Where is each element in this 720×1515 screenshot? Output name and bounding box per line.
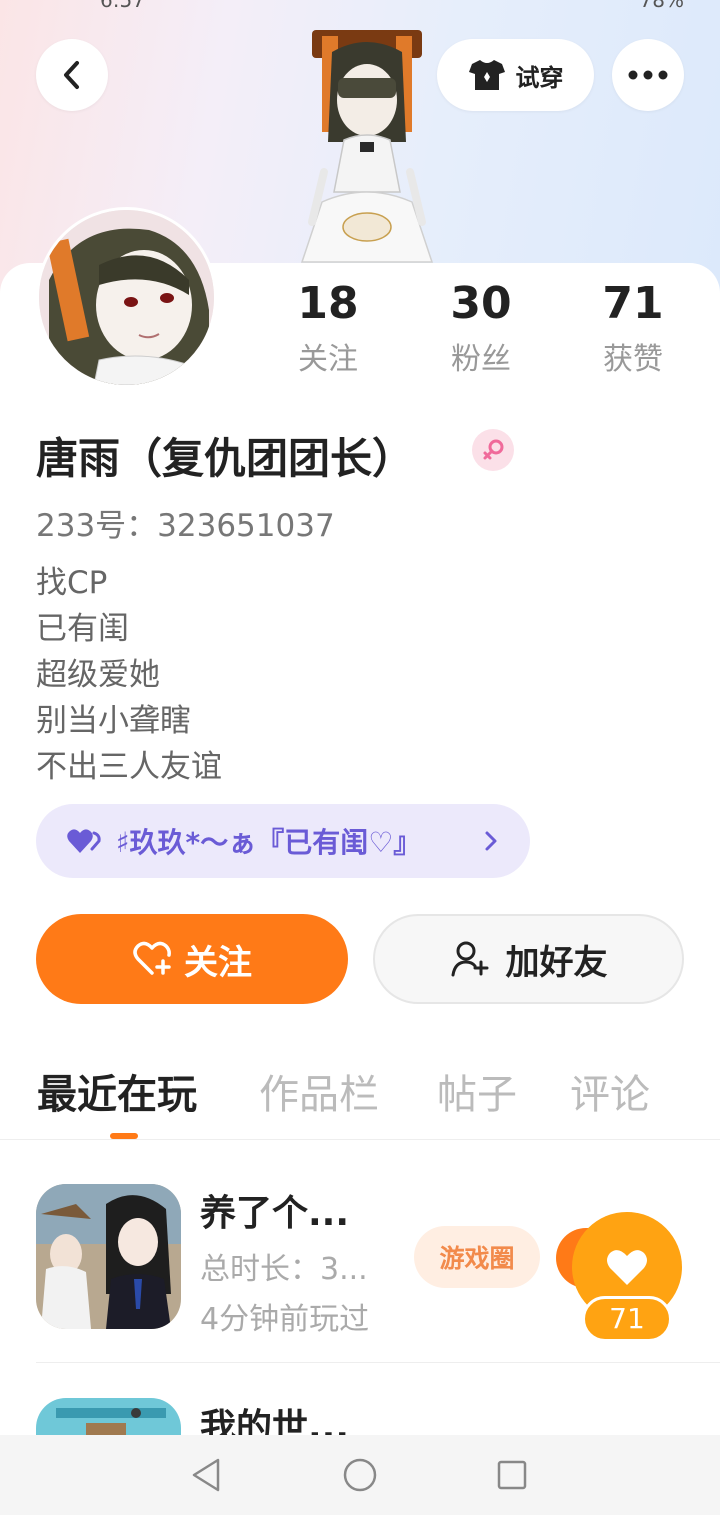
add-friend-button[interactable]: 加好友 — [373, 914, 684, 1004]
profile-tabs: 最近在玩 作品栏 帖子 评论 — [0, 1062, 720, 1140]
game-icon[interactable] — [36, 1184, 181, 1329]
bio: 找CP 已有闺 超级爱她 别当小聋瞎 不出三人友谊 — [36, 560, 222, 790]
game-cover-image — [36, 1184, 181, 1329]
club-name: ♯玖玖*～ぁ『已有闺♡』 — [116, 826, 422, 859]
club-pill[interactable]: ♯玖玖*～ぁ『已有闺♡』 — [36, 804, 530, 878]
profile-avatar[interactable] — [36, 207, 217, 388]
list-divider — [36, 1362, 720, 1363]
more-dots-icon — [628, 70, 668, 80]
like-floating-widget[interactable]: 71 — [572, 1212, 684, 1346]
game-circle-button[interactable]: 游戏圈 — [414, 1226, 540, 1288]
fans-label: 粉丝 — [451, 342, 511, 377]
likes-label: 获赞 — [603, 342, 663, 377]
square-recents-icon — [497, 1460, 527, 1490]
nav-back-button[interactable] — [184, 1453, 228, 1497]
fans-count: 30 — [450, 278, 512, 329]
try-on-button[interactable]: 试穿 — [437, 39, 594, 111]
likes-count: 71 — [602, 278, 664, 329]
add-person-icon — [451, 941, 488, 977]
nav-home-button[interactable] — [338, 1453, 382, 1497]
avatar-character-figure[interactable] — [282, 22, 452, 267]
following-count: 18 — [297, 278, 359, 329]
status-time: 6:57 — [100, 0, 145, 12]
nickname: 唐雨（复仇团团长） — [36, 434, 415, 483]
tshirt-icon — [468, 60, 505, 90]
game-last-played: 4分钟前玩过 — [200, 1302, 370, 1337]
game-icon[interactable] — [36, 1398, 181, 1438]
heart-plus-icon — [133, 941, 171, 975]
stat-following[interactable]: 18 关注 — [258, 278, 398, 378]
try-on-label: 试穿 — [515, 63, 564, 92]
female-icon — [483, 439, 504, 460]
user-id: 233号：323651037 — [36, 508, 335, 544]
tab-comments[interactable]: 评论 — [570, 1062, 650, 1120]
avatar-image — [39, 210, 214, 385]
gender-badge — [472, 429, 514, 471]
follow-button[interactable]: 关注 — [36, 914, 348, 1004]
bio-line: 已有闺 — [36, 611, 129, 647]
heart-icon — [607, 1250, 647, 1285]
game-cover-image — [36, 1398, 181, 1438]
tab-recent-played[interactable]: 最近在玩 — [37, 1062, 197, 1120]
status-bar: 6:57 78% — [0, 0, 720, 12]
game-title: 养了个... — [200, 1193, 350, 1234]
game-circle-label: 游戏圈 — [439, 1244, 515, 1273]
triangle-back-icon — [192, 1458, 220, 1492]
more-options-button[interactable] — [612, 39, 684, 111]
tabs-divider — [0, 1139, 720, 1140]
system-nav-bar — [0, 1435, 720, 1515]
nav-recents-button[interactable] — [490, 1453, 534, 1497]
following-label: 关注 — [298, 342, 358, 377]
bio-line: 超级爱她 — [36, 657, 160, 693]
game-duration: 总时长：3... — [200, 1252, 368, 1287]
tab-works[interactable]: 作品栏 — [259, 1062, 379, 1120]
profile-screen: 6:57 78% 试穿 18 关注 30 粉丝 71 获赞 唐雨（复仇团团长） … — [0, 0, 720, 1515]
battery-level: 78% — [639, 0, 684, 12]
tab-posts[interactable]: 帖子 — [437, 1062, 517, 1120]
stat-likes[interactable]: 71 获赞 — [563, 278, 703, 378]
follow-label: 关注 — [184, 942, 252, 983]
back-button[interactable] — [36, 39, 108, 111]
bio-line: 不出三人友谊 — [36, 749, 222, 785]
chevron-right-icon — [485, 831, 497, 851]
back-arrow-icon — [64, 61, 79, 89]
double-heart-icon — [67, 829, 101, 853]
stat-fans[interactable]: 30 粉丝 — [411, 278, 551, 378]
like-count: 71 — [582, 1296, 672, 1342]
add-friend-label: 加好友 — [505, 942, 608, 983]
bio-line: 找CP — [36, 565, 108, 601]
circle-home-icon — [343, 1458, 377, 1492]
bio-line: 别当小聋瞎 — [36, 703, 191, 739]
